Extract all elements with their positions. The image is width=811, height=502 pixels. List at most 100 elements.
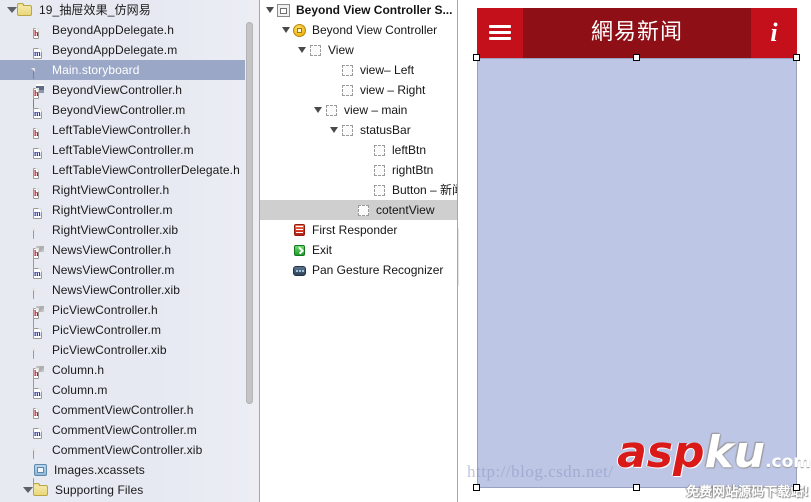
disclosure-triangle-open-icon[interactable] xyxy=(314,100,324,120)
file-row[interactable]: h LeftTableViewControllerDelegate.h xyxy=(0,160,245,180)
file-row[interactable]: h LeftTableViewController.h xyxy=(0,120,245,140)
outline-row[interactable]: First Responder xyxy=(260,220,458,240)
file-row[interactable]: m Column.m xyxy=(0,380,245,400)
outline-list[interactable]: Beyond View Controller S... Beyond View C… xyxy=(260,0,458,280)
left-button[interactable] xyxy=(477,8,523,58)
file-row-label: LeftTableViewControllerDelegate.h xyxy=(52,163,240,177)
file-row-label: CommentViewController.xib xyxy=(52,443,203,457)
selection-handle-top-center[interactable] xyxy=(633,54,640,61)
file-row-label: NewsViewController.m xyxy=(52,263,175,277)
view-icon xyxy=(340,123,355,138)
file-row-label: BeyondAppDelegate.h xyxy=(52,23,174,37)
disclosure-triangle-open-icon[interactable] xyxy=(266,0,276,20)
file-row[interactable]: 19_抽屉效果_仿网易 xyxy=(0,0,245,20)
file-row[interactable]: h RightViewController.h xyxy=(0,180,245,200)
selection-handle-bottom-center[interactable] xyxy=(633,484,640,491)
file-row-label: Column.h xyxy=(52,363,105,377)
content-view[interactable] xyxy=(477,58,797,488)
document-outline[interactable]: Beyond View Controller S... Beyond View C… xyxy=(260,0,458,502)
file-row-label: PicViewController.m xyxy=(52,323,162,337)
view-icon xyxy=(356,203,371,218)
outline-row[interactable]: Beyond View Controller S... xyxy=(260,0,458,20)
file-row[interactable]: m LeftTableViewController.m xyxy=(0,140,245,160)
file-list[interactable]: 19_抽屉效果_仿网易 h BeyondAppDelegate.h m BeyondAp… xyxy=(0,0,245,502)
project-navigator[interactable]: 19_抽屉效果_仿网易 h BeyondAppDelegate.h m BeyondAp… xyxy=(0,0,260,502)
source-file-icon: m xyxy=(33,268,42,279)
file-row[interactable]: h Column.h xyxy=(0,360,245,380)
outline-row[interactable]: leftBtn xyxy=(260,140,458,160)
navigator-scrollbar[interactable] xyxy=(246,22,253,404)
file-row[interactable]: m BeyondViewController.m xyxy=(0,100,245,120)
file-row[interactable]: Main.storyboard xyxy=(0,60,245,110)
file-row[interactable]: m PicViewController.m xyxy=(0,320,245,340)
outline-row[interactable]: cotentView xyxy=(260,200,458,220)
file-row-label: BeyondViewController.h xyxy=(52,83,183,97)
file-row[interactable]: h BeyondAppDelegate.h xyxy=(0,20,245,40)
file-row[interactable]: m NewsViewController.m xyxy=(0,260,245,280)
outline-row-label: Button – 新闻 xyxy=(392,183,458,197)
view-controller-icon xyxy=(292,23,307,38)
header-file-icon: h xyxy=(33,308,40,319)
disclosure-triangle-open-icon[interactable] xyxy=(6,0,17,20)
outline-row[interactable]: Beyond View Controller xyxy=(260,20,458,40)
first-responder-icon xyxy=(292,223,307,238)
file-row[interactable]: RightViewController.xib xyxy=(0,220,245,269)
status-bar-view[interactable]: 網易新闻 i xyxy=(477,8,797,58)
outline-row[interactable]: statusBar xyxy=(260,120,458,140)
view-icon xyxy=(340,63,355,78)
outline-row[interactable]: View xyxy=(260,40,458,60)
outline-row[interactable]: Pan Gesture Recognizer xyxy=(260,260,458,280)
disclosure-triangle-open-icon[interactable] xyxy=(22,480,33,500)
header-file-icon: h xyxy=(33,88,40,99)
file-row[interactable]: CommentViewController.xib xyxy=(0,440,245,489)
disclosure-triangle-open-icon[interactable] xyxy=(330,120,340,140)
view-icon xyxy=(372,143,387,158)
info-icon: i xyxy=(770,18,778,47)
outline-row-label: view – main xyxy=(344,103,408,117)
outline-row-label: Beyond View Controller S... xyxy=(296,3,453,17)
file-row-label: RightViewController.m xyxy=(52,203,173,217)
source-file-icon: m xyxy=(33,428,42,439)
outline-row[interactable]: view – main xyxy=(260,100,458,120)
selection-handle-bottom-left[interactable] xyxy=(473,484,480,491)
outline-row-label: view– Left xyxy=(360,63,415,77)
file-row[interactable]: h CommentViewController.h xyxy=(0,400,245,420)
view-icon xyxy=(372,163,387,178)
file-row[interactable]: m BeyondAppDelegate.m xyxy=(0,40,245,60)
file-row[interactable]: Supporting Files xyxy=(0,480,245,500)
outline-row[interactable]: rightBtn xyxy=(260,160,458,180)
file-row[interactable]: NewsViewController.xib xyxy=(0,280,245,329)
disclosure-triangle-open-icon[interactable] xyxy=(298,40,308,60)
outline-row[interactable]: view– Left xyxy=(260,60,458,80)
file-row[interactable]: m RightViewController.m xyxy=(0,200,245,220)
disclosure-triangle-open-icon[interactable] xyxy=(282,20,292,40)
file-row-label: RightViewController.h xyxy=(52,183,170,197)
outline-row[interactable]: Button – 新闻 xyxy=(260,180,458,200)
storyboard-file-icon xyxy=(33,62,47,110)
selection-handle-top-left[interactable] xyxy=(473,54,480,61)
file-row[interactable]: h PicViewController.h xyxy=(0,300,245,320)
right-button[interactable]: i xyxy=(751,8,797,58)
outline-row[interactable]: Exit xyxy=(260,240,458,260)
file-row[interactable]: h BeyondViewController.h xyxy=(0,80,245,100)
source-file-icon: m xyxy=(33,48,42,59)
file-row[interactable]: Images.xcassets xyxy=(0,460,245,480)
selection-handle-bottom-right[interactable] xyxy=(793,484,800,491)
outline-row[interactable]: view – Right xyxy=(260,80,458,100)
title-button-label[interactable]: 網易新闻 xyxy=(523,8,751,58)
file-row[interactable]: m CommentViewController.m xyxy=(0,420,245,440)
outline-row-label: View xyxy=(328,43,354,57)
file-row[interactable]: h NewsViewController.h xyxy=(0,240,245,260)
file-row[interactable]: PicViewController.xib xyxy=(0,340,245,389)
interface-builder-canvas[interactable]: 網易新闻 i http://blog.csdn.net/ aspku.com 免… xyxy=(459,0,811,502)
selection-handle-top-right[interactable] xyxy=(793,54,800,61)
